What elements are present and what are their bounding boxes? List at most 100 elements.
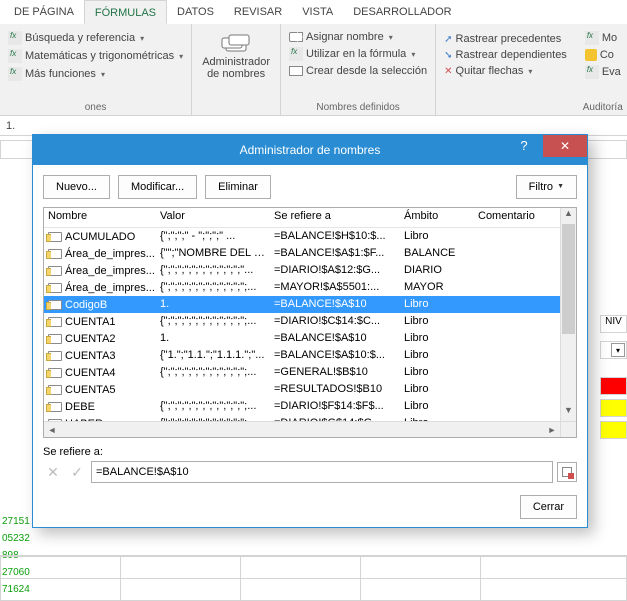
refersto-accept-icon[interactable]: ✓ <box>67 462 87 482</box>
leftnum-0: 27151 <box>0 516 32 533</box>
list-row[interactable]: Área_de_impres...{"";"NOMBRE DEL N...=BA… <box>44 245 560 262</box>
bottom-grid <box>0 555 627 601</box>
side-red-cell <box>600 377 627 395</box>
ribbon-tabs: DE PÁGINA FÓRMULAS DATOS REVISAR VISTA D… <box>0 0 627 24</box>
btn-mo-label: Mo <box>602 32 617 44</box>
btn-co-label: Co <box>600 49 614 61</box>
defined-name-icon <box>48 402 62 412</box>
btn-utilizar-formula[interactable]: Utilizar en la fórmula ▾ <box>287 46 429 62</box>
tab-datos[interactable]: DATOS <box>167 0 224 24</box>
btn-eva-label: Eva <box>602 66 621 78</box>
more-fn-icon <box>8 67 22 81</box>
list-row[interactable]: CUENTA21.=BALANCE!$A$10Libro <box>44 330 560 347</box>
define-name-icon <box>289 32 303 42</box>
btn-matematicas[interactable]: Matemáticas y trigonométricas ▾ <box>6 48 185 64</box>
btn-admin-label: Administrador de nombres <box>202 56 270 80</box>
btn-rastrear-precedentes[interactable]: ➚ Rastrear precedentes <box>442 32 569 46</box>
close-dialog-button[interactable]: Cerrar <box>520 495 577 519</box>
col-ambito[interactable]: Ámbito <box>400 208 474 227</box>
dialog-title: Administrador de nombres <box>240 143 381 157</box>
ribbon: Búsqueda y referencia ▾ Matemáticas y tr… <box>0 24 627 116</box>
refersto-label: Se refiere a: <box>43 446 577 458</box>
btn-busqueda[interactable]: Búsqueda y referencia ▾ <box>6 30 185 46</box>
scroll-corner <box>560 421 576 437</box>
btn-co[interactable]: Co <box>583 48 623 62</box>
range-selector-button[interactable] <box>557 462 577 482</box>
defined-name-icon <box>48 266 62 276</box>
defined-name-icon <box>48 249 62 259</box>
new-button[interactable]: Nuevo... <box>43 175 110 199</box>
btn-asignar-nombre[interactable]: Asignar nombre ▾ <box>287 30 429 44</box>
name-manager-dialog: Administrador de nombres ? ✕ Nuevo... Mo… <box>32 134 588 528</box>
lookup-icon <box>8 31 22 45</box>
list-row[interactable]: DEBE{";";";";";";";";";";";";...=DIARIO!… <box>44 398 560 415</box>
trace-precedents-icon: ➚ <box>444 34 452 45</box>
btn-mas-label: Más funciones <box>25 68 96 80</box>
list-row[interactable]: CodigoB1.=BALANCE!$A$10Libro <box>44 296 560 313</box>
side-yellow-cell-2 <box>600 421 627 439</box>
dialog-titlebar[interactable]: Administrador de nombres ? ✕ <box>33 135 587 165</box>
list-row[interactable]: ACUMULADO{";";";" - ";";";" ...=BALANCE!… <box>44 228 560 245</box>
tab-diseno[interactable]: DE PÁGINA <box>4 0 84 24</box>
names-list[interactable]: Nombre Valor Se refiere a Ámbito Comenta… <box>43 207 577 438</box>
btn-eva[interactable]: Eva <box>583 64 623 80</box>
edit-button[interactable]: Modificar... <box>118 175 197 199</box>
list-hscrollbar[interactable]: ◄► <box>44 421 560 437</box>
side-cells: NIV ▾ <box>600 315 627 439</box>
leftnum-1: 05232 <box>0 533 32 550</box>
defined-name-icon <box>48 317 62 327</box>
col-comentario[interactable]: Comentario <box>474 208 550 227</box>
use-in-formula-icon <box>289 47 303 61</box>
list-row[interactable]: CUENTA1{";";";";";";";";";";";";...=DIAR… <box>44 313 560 330</box>
create-from-selection-icon <box>289 66 303 76</box>
btn-dep-label: Rastrear dependientes <box>456 49 567 61</box>
group-auditoria-title: Auditoría <box>442 102 623 115</box>
btn-prec-label: Rastrear precedentes <box>456 33 562 45</box>
defined-name-icon <box>48 232 62 242</box>
refersto-input[interactable] <box>91 461 553 483</box>
btn-matematicas-label: Matemáticas y trigonométricas <box>25 50 174 62</box>
btn-rastrear-dependientes[interactable]: ➘ Rastrear dependientes <box>442 48 569 62</box>
tab-desarrollador[interactable]: DESARROLLADOR <box>343 0 461 24</box>
list-row[interactable]: CUENTA5=RESULTADOS!$B10Libro <box>44 381 560 398</box>
evaluate-icon <box>585 65 599 79</box>
btn-busqueda-label: Búsqueda y referencia <box>25 32 135 44</box>
refersto-cancel-icon[interactable]: ✕ <box>43 462 63 482</box>
error-check-icon <box>585 49 597 61</box>
defined-name-icon <box>48 300 62 310</box>
btn-admin-nombres[interactable]: Administrador de nombres <box>198 26 274 80</box>
defined-name-icon <box>48 334 62 344</box>
list-row[interactable]: Área_de_impres...{";";";";";";";";";";";… <box>44 262 560 279</box>
side-niv: NIV <box>600 315 627 333</box>
help-button[interactable]: ? <box>509 135 539 157</box>
list-row[interactable]: Área_de_impres...{";";";";";";";";";";";… <box>44 279 560 296</box>
delete-button[interactable]: Eliminar <box>205 175 271 199</box>
list-row[interactable]: CUENTA4{";";";";";";";";";";";";...=GENE… <box>44 364 560 381</box>
col-nombre[interactable]: Nombre <box>44 208 156 227</box>
formula-bar: 1. <box>0 116 627 136</box>
defined-name-icon <box>48 385 62 395</box>
tab-formulas[interactable]: FÓRMULAS <box>84 0 167 24</box>
side-dropdown-cell[interactable]: ▾ <box>600 341 627 359</box>
remove-arrows-icon: ✕ <box>444 66 452 77</box>
list-row[interactable]: CUENTA3{"1.";"1.1.";"1.1.1.";"...=BALANC… <box>44 347 560 364</box>
filter-button[interactable]: Filtro▼ <box>516 175 577 199</box>
list-header[interactable]: Nombre Valor Se refiere a Ámbito Comenta… <box>44 208 560 228</box>
defined-name-icon <box>48 351 62 361</box>
btn-crear-label: Crear desde la selección <box>306 65 427 77</box>
btn-mo[interactable]: Mo <box>583 30 623 46</box>
close-button[interactable]: ✕ <box>543 135 587 157</box>
tab-vista[interactable]: VISTA <box>292 0 343 24</box>
list-vscrollbar[interactable]: ▲▼ <box>560 208 576 421</box>
name-box-value[interactable]: 1. <box>0 120 21 132</box>
trace-dependents-icon: ➘ <box>444 50 452 61</box>
btn-quitar-flechas[interactable]: ✕ Quitar flechas ▾ <box>442 64 569 78</box>
col-valor[interactable]: Valor <box>156 208 270 227</box>
btn-utilizar-label: Utilizar en la fórmula <box>306 48 406 60</box>
btn-mas-funciones[interactable]: Más funciones ▾ <box>6 66 185 82</box>
range-selector-icon <box>562 467 572 477</box>
defined-name-icon <box>48 368 62 378</box>
btn-crear-seleccion[interactable]: Crear desde la selección <box>287 64 429 78</box>
col-refiere[interactable]: Se refiere a <box>270 208 400 227</box>
tab-revisar[interactable]: REVISAR <box>224 0 292 24</box>
